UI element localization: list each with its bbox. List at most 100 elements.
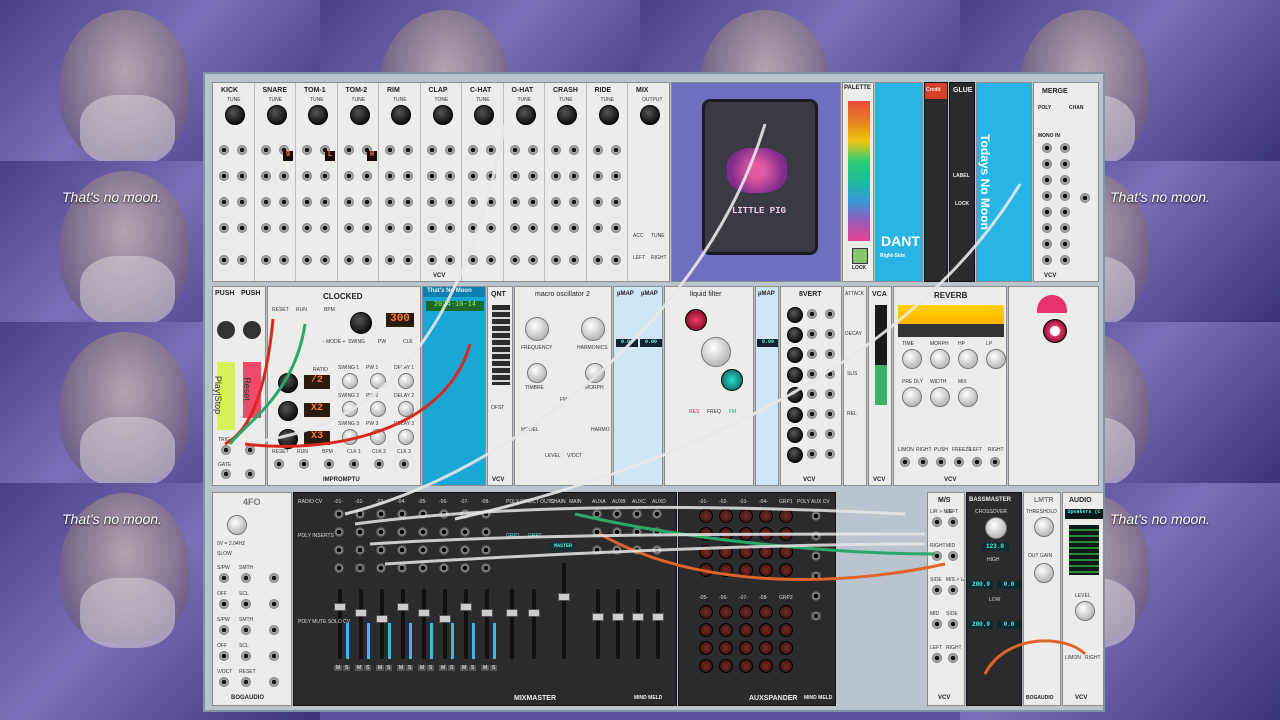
drum-jack[interactable]	[385, 223, 395, 233]
audio-device[interactable]: Speakers (C	[1065, 509, 1103, 519]
svert-in-jack[interactable]	[807, 309, 817, 319]
aux-knob[interactable]	[739, 605, 753, 619]
lfo-out-jack[interactable]	[269, 573, 279, 583]
aux-knob[interactable]	[719, 563, 733, 577]
aux-knob[interactable]	[699, 623, 713, 637]
aux-fader[interactable]	[592, 589, 604, 659]
mix-strip-jack[interactable]	[460, 563, 470, 573]
svert-in-jack[interactable]	[807, 349, 817, 359]
drum-jack[interactable]	[610, 145, 621, 155]
master-fader-cap[interactable]	[558, 593, 570, 601]
mix-strip-jack[interactable]	[355, 545, 365, 555]
aux-knob[interactable]	[739, 623, 753, 637]
ms-jack[interactable]	[932, 585, 942, 595]
merge-input-jack[interactable]	[1042, 255, 1052, 265]
filter-fm-knob[interactable]	[721, 369, 743, 391]
mix-solo-button[interactable]: S	[385, 665, 393, 671]
aux-knob[interactable]	[779, 605, 793, 619]
drum-jack[interactable]	[551, 197, 561, 207]
drum-jack[interactable]	[444, 223, 455, 233]
drum-jack[interactable]	[219, 197, 229, 207]
mix-strip-jack[interactable]	[397, 527, 407, 537]
svert-knob[interactable]	[787, 447, 803, 463]
mix-fader[interactable]	[355, 589, 367, 659]
drum-trig-jack[interactable]	[551, 255, 561, 265]
mix-fader[interactable]	[418, 589, 430, 659]
aux-fader-cap[interactable]	[592, 613, 604, 621]
svert-out-jack[interactable]	[825, 349, 835, 359]
aux-cv-jack[interactable]	[811, 531, 821, 541]
drum-jack[interactable]	[592, 197, 603, 207]
merge-input-jack[interactable]	[1042, 191, 1052, 201]
gate-jack-2[interactable]	[245, 469, 255, 479]
drum-trig-jack[interactable]	[509, 255, 520, 265]
aux-fader-cap[interactable]	[652, 613, 664, 621]
aux-knob[interactable]	[779, 641, 793, 655]
drum-jack[interactable]	[237, 145, 247, 155]
svert-in-jack[interactable]	[807, 429, 817, 439]
aux-knob[interactable]	[779, 659, 793, 673]
mix-mute-button[interactable]: M	[439, 665, 448, 671]
mix-strip-jack[interactable]	[481, 527, 491, 537]
aux-knob[interactable]	[699, 563, 713, 577]
svert-knob[interactable]	[787, 387, 803, 403]
aux-knob[interactable]	[719, 605, 733, 619]
drum-jack[interactable]	[610, 223, 621, 233]
mix-strip-jack[interactable]	[460, 509, 470, 519]
aux-cv-jack[interactable]	[811, 511, 821, 521]
ms-jack[interactable]	[932, 517, 942, 527]
mix-solo-button[interactable]: S	[490, 665, 498, 671]
aux-fader[interactable]	[652, 589, 664, 659]
mix-strip-jack[interactable]	[418, 527, 428, 537]
aux-send-jack[interactable]	[592, 527, 602, 537]
drum-tune-knob[interactable]	[225, 105, 245, 125]
drum-jack[interactable]	[361, 197, 372, 207]
merge-input-jack[interactable]	[1060, 191, 1070, 201]
drum-out-jack[interactable]	[361, 255, 372, 265]
mix-fader-cap[interactable]	[334, 603, 346, 611]
svert-knob[interactable]	[787, 347, 803, 363]
aux-cv-jack[interactable]	[811, 591, 821, 601]
lfo-jack[interactable]	[241, 625, 251, 635]
drum-jack[interactable]	[260, 171, 271, 181]
drum-jack[interactable]	[509, 171, 520, 181]
merge-input-jack[interactable]	[1042, 239, 1052, 249]
reverb-knob[interactable]	[958, 349, 978, 369]
aux-knob[interactable]	[779, 545, 793, 559]
mix-strip-jack[interactable]	[481, 509, 491, 519]
merge-input-jack[interactable]	[1060, 207, 1070, 217]
reverb-jack[interactable]	[900, 457, 910, 467]
aux-cv-jack[interactable]	[811, 571, 821, 581]
drum-jack[interactable]	[509, 197, 520, 207]
push-button-1[interactable]	[217, 321, 235, 339]
aux-send-jack[interactable]	[632, 527, 642, 537]
mix-strip-jack[interactable]	[355, 527, 365, 537]
drum-jack[interactable]	[260, 145, 271, 155]
aux-send-jack[interactable]	[612, 527, 622, 537]
lfo-freq-knob[interactable]	[227, 515, 247, 535]
aux-knob[interactable]	[719, 509, 733, 523]
drum-jack[interactable]	[260, 223, 271, 233]
merge-input-jack[interactable]	[1042, 143, 1052, 153]
clocked-row-knob[interactable]	[370, 429, 386, 445]
lfo-out-jack[interactable]	[269, 625, 279, 635]
aux-knob[interactable]	[719, 641, 733, 655]
drum-jack[interactable]	[551, 145, 561, 155]
clocked-footer-jack[interactable]	[374, 459, 384, 469]
drum-tune-knob[interactable]	[266, 105, 287, 125]
mix-strip-jack[interactable]	[334, 509, 344, 519]
ratio-knob-3[interactable]	[278, 429, 298, 449]
aux-fader-cap[interactable]	[632, 613, 644, 621]
ms-jack[interactable]	[948, 551, 958, 561]
svert-in-jack[interactable]	[807, 409, 817, 419]
merge-input-jack[interactable]	[1060, 239, 1070, 249]
svert-in-jack[interactable]	[807, 329, 817, 339]
mix-mute-button[interactable]: M	[355, 665, 364, 671]
clocked-footer-jack[interactable]	[399, 459, 409, 469]
mix-solo-button[interactable]: S	[343, 665, 351, 671]
aux-knob[interactable]	[719, 527, 733, 541]
aux-send-jack[interactable]	[612, 545, 622, 555]
drum-jack[interactable]	[219, 145, 229, 155]
reverb-jack[interactable]	[918, 457, 928, 467]
drum-trig-jack[interactable]	[219, 255, 229, 265]
